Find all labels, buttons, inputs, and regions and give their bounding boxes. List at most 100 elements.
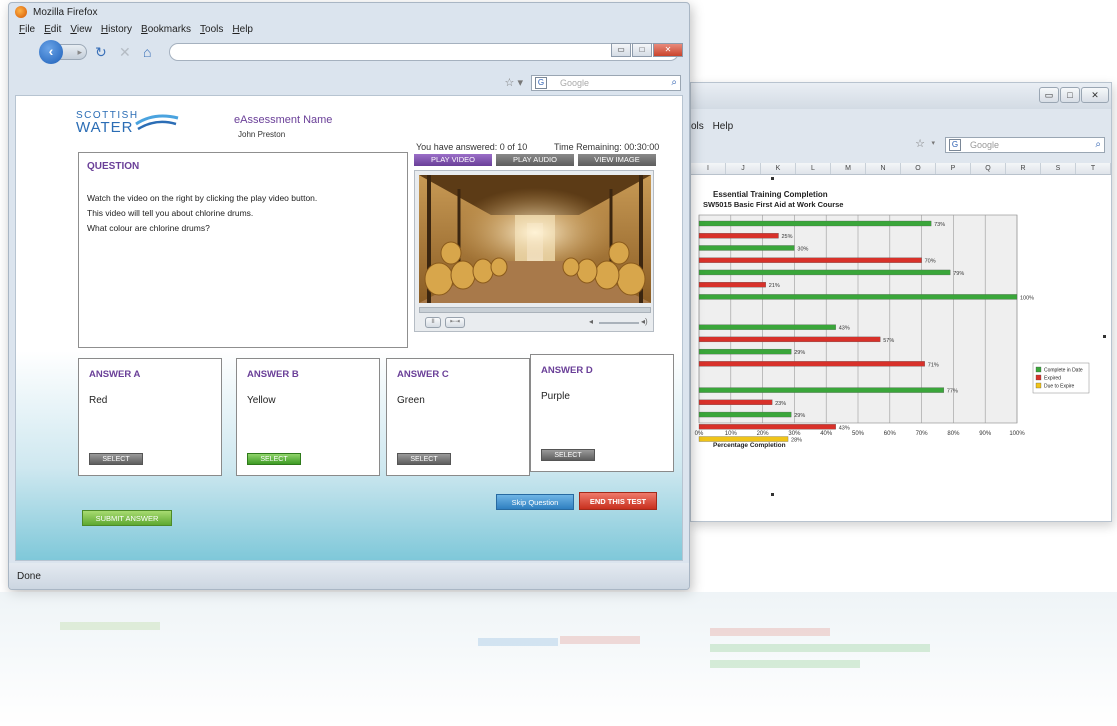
firefox-window: Mozilla Firefox File Edit View History B… <box>8 2 690 590</box>
chart-bar <box>698 424 836 430</box>
search-placeholder: Google <box>970 140 1000 150</box>
column-header[interactable]: S <box>1041 163 1076 174</box>
bar-data-label: 25% <box>782 234 793 240</box>
play-video-tab[interactable]: PLAY VIDEO <box>414 154 492 166</box>
end-test-button[interactable]: END THIS TEST <box>579 492 657 510</box>
menu-help[interactable]: Help <box>713 121 734 132</box>
assessment-name: eAssessment Name <box>234 114 333 126</box>
answer-text: Green <box>397 395 425 406</box>
chart-bar <box>698 387 945 393</box>
menu-tools[interactable]: Tools <box>200 24 223 35</box>
warehouse-image <box>419 175 651 303</box>
bar-data-label: 21% <box>769 283 780 289</box>
back-icon[interactable]: ‹ <box>39 40 63 64</box>
spreadsheet-window: ▭ □ ✕ ols Help ☆ ▾ G Google ⌕ IJKLMNOPQR… <box>690 82 1112 522</box>
bar-data-label: 29% <box>794 413 805 419</box>
answer-text: Purple <box>541 391 570 402</box>
question-panel: QUESTION Watch the video on the right by… <box>78 152 408 348</box>
status-bar: Done <box>9 563 689 589</box>
dropdown-icon[interactable]: ▾ <box>931 139 935 147</box>
chart-handle <box>1103 335 1106 338</box>
menu-help[interactable]: Help <box>232 24 253 35</box>
column-header[interactable]: J <box>726 163 761 174</box>
chart-handle <box>771 177 774 180</box>
video-controls: II ⇤⇥ ◂ ◂) <box>419 317 651 329</box>
reflection-bar <box>710 660 860 668</box>
column-header[interactable]: M <box>831 163 866 174</box>
x-tick-label: 80% <box>947 431 960 437</box>
close-button[interactable]: ✕ <box>653 43 683 57</box>
view-image-tab[interactable]: VIEW IMAGE <box>578 154 656 166</box>
play-audio-tab[interactable]: PLAY AUDIO <box>496 154 574 166</box>
search-icon[interactable]: ⌕ <box>1095 138 1101 152</box>
select-answer-b-button[interactable]: SELECT <box>247 453 301 465</box>
select-answer-d-button[interactable]: SELECT <box>541 449 595 461</box>
answer-card-b: ANSWER B Yellow SELECT <box>236 358 380 476</box>
question-heading: QUESTION <box>87 161 140 172</box>
column-header[interactable]: Q <box>971 163 1006 174</box>
home-icon[interactable]: ⌂ <box>143 44 151 60</box>
address-bar[interactable] <box>169 43 679 61</box>
answered-counter: You have answered: 0 of 10 <box>416 142 528 152</box>
column-header[interactable]: L <box>796 163 831 174</box>
minimize-button[interactable]: ▭ <box>1039 87 1059 103</box>
menu-bookmarks[interactable]: Bookmarks <box>141 24 191 35</box>
menu-edit[interactable]: Edit <box>44 24 61 35</box>
firefox-navbar: ▸ ‹ ↻ ✕ ⌂ <box>9 37 689 69</box>
column-header[interactable]: P <box>936 163 971 174</box>
chart-bar <box>698 220 932 227</box>
answer-card-d: ANSWER D Purple SELECT <box>530 354 674 472</box>
column-header[interactable]: N <box>866 163 901 174</box>
chart-bar <box>698 257 922 263</box>
close-button[interactable]: ✕ <box>1081 87 1109 103</box>
search-icon[interactable]: ⌕ <box>671 76 677 90</box>
google-search-input[interactable]: G Google ⌕ <box>945 137 1105 153</box>
chart-bar <box>698 282 766 288</box>
answer-text: Yellow <box>247 395 276 406</box>
chart-bar <box>698 436 789 442</box>
google-icon: G <box>949 139 961 151</box>
spreadsheet-grid[interactable]: IJKLMNOPQRST Essential Training Completi… <box>691 163 1111 521</box>
menu-tools[interactable]: ols <box>691 121 704 132</box>
column-header[interactable]: R <box>1006 163 1041 174</box>
menu-file[interactable]: File <box>19 24 35 35</box>
legend-swatch <box>1035 366 1042 373</box>
logo-line-2: WATER <box>76 119 134 136</box>
select-answer-c-button[interactable]: SELECT <box>397 453 451 465</box>
menu-view[interactable]: View <box>70 24 92 35</box>
select-answer-a-button[interactable]: SELECT <box>89 453 143 465</box>
warehouse-video-frame[interactable] <box>419 175 651 303</box>
question-text: Watch the video on the right by clicking… <box>87 191 317 236</box>
column-header[interactable]: O <box>901 163 936 174</box>
pause-icon[interactable]: II <box>425 317 441 328</box>
minimize-button[interactable]: ▭ <box>611 43 631 57</box>
answer-heading: ANSWER B <box>247 369 299 380</box>
reflection-submit <box>60 622 160 630</box>
skip-icon[interactable]: ⇤⇥ <box>445 317 465 328</box>
maximize-button[interactable]: □ <box>1060 87 1080 103</box>
reload-icon[interactable]: ↻ <box>95 44 107 61</box>
star-icon[interactable]: ☆ <box>915 137 925 150</box>
video-seek-bar[interactable] <box>419 307 651 313</box>
x-tick-label: 10% <box>725 431 738 437</box>
star-icon[interactable]: ☆ ▾ <box>505 76 523 89</box>
google-search-input[interactable]: G Google ⌕ <box>531 75 681 91</box>
submit-answer-button[interactable]: SUBMIT ANSWER <box>82 510 172 526</box>
maximize-button[interactable]: □ <box>632 43 652 57</box>
forward-icon[interactable]: ▸ <box>59 44 87 60</box>
menu-history[interactable]: History <box>101 24 132 35</box>
column-header[interactable]: I <box>691 163 726 174</box>
skip-question-button[interactable]: Skip Question <box>496 494 574 510</box>
x-tick-label: 0% <box>695 431 704 437</box>
volume-slider[interactable] <box>599 322 639 324</box>
question-line: This video will tell you about chlorine … <box>87 208 254 218</box>
screenshot-stage: ▭ □ ✕ ols Help ☆ ▾ G Google ⌕ IJKLMNOPQR… <box>0 0 1117 726</box>
legend-label: Due to Expire <box>1044 384 1075 390</box>
stop-icon[interactable]: ✕ <box>119 44 131 61</box>
window-controls: ▭ □ ✕ <box>611 43 683 57</box>
question-line: What colour are chlorine drums? <box>87 223 210 233</box>
column-header[interactable]: K <box>761 163 796 174</box>
x-tick-label: 90% <box>979 431 992 437</box>
video-player: II ⇤⇥ ◂ ◂) <box>414 170 654 332</box>
column-header[interactable]: T <box>1076 163 1111 174</box>
